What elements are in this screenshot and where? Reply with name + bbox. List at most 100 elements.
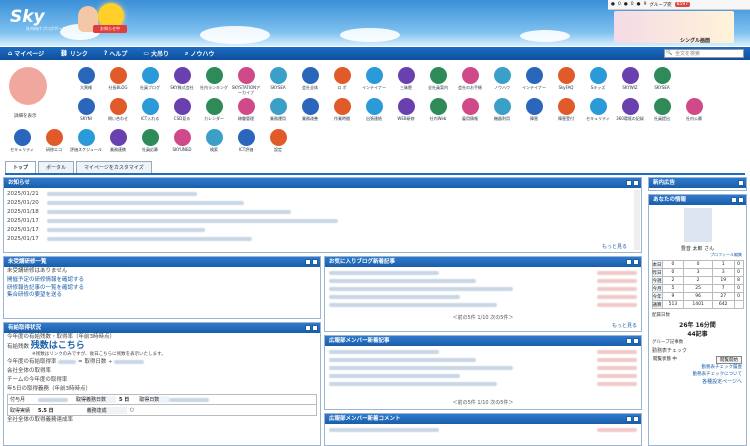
news-row[interactable]: 2025/01/18 — [4, 208, 641, 217]
util-count-c[interactable]: 9 — [644, 2, 647, 7]
user-icon[interactable]: ● — [611, 2, 615, 7]
list-item[interactable] — [329, 364, 637, 372]
pr-member-pager[interactable]: ＜前の5件 1/10 次の5件＞ — [325, 399, 641, 406]
app-row1-16[interactable]: Sキッズ — [582, 67, 614, 90]
logo[interactable]: Sky — [10, 7, 45, 27]
app-row2-14[interactable]: 障害 — [518, 98, 550, 121]
app-row1-13[interactable]: ノウハウ — [486, 67, 518, 90]
app-row1-12[interactable]: 会社のお手帳 — [454, 67, 486, 90]
app-row3-7[interactable]: ICT評価 — [230, 129, 262, 152]
list-item[interactable] — [329, 380, 637, 388]
app-row2-1[interactable]: 問い合わせ — [102, 98, 134, 121]
bell-icon[interactable]: ● — [637, 2, 641, 7]
nav-board[interactable]: ▭ 大吊り — [143, 49, 169, 58]
app-row3-3[interactable]: 業務連携 — [102, 129, 134, 152]
list-item[interactable] — [329, 277, 637, 285]
settings-page-link[interactable]: 各種設定ページへ — [649, 378, 746, 387]
util-count-b[interactable]: 0 — [631, 2, 634, 7]
app-row1-15[interactable]: SkyFAQ — [550, 67, 582, 90]
app-row3-2[interactable]: 評価スケジュール — [70, 129, 102, 152]
list-item[interactable] — [329, 293, 637, 301]
training-link-reports[interactable]: 研修報告記事の一覧を確認する — [4, 285, 320, 292]
nav-help[interactable]: ? ヘルプ — [104, 49, 128, 58]
profile-label[interactable]: 詳細を表示 — [14, 113, 37, 119]
list-item[interactable] — [329, 348, 637, 356]
remaining-link[interactable]: 残数はこちら — [31, 341, 85, 351]
single-view-link[interactable]: シングル画面 — [680, 37, 710, 44]
app-row2-5[interactable]: 稼働管理 — [230, 98, 262, 121]
app-row1-7[interactable]: 会社全体 — [294, 67, 326, 90]
app-row1-3[interactable]: SKY株式会社 — [166, 67, 198, 90]
news-row[interactable]: 2025/01/17 — [4, 235, 641, 244]
training-link-request[interactable]: 集合研修の要望を送る — [4, 292, 320, 299]
app-row3-6[interactable]: 検索 — [198, 129, 230, 152]
app-row1-10[interactable]: 三昧肥 — [390, 67, 422, 90]
app-row2-13[interactable]: 機器利用 — [486, 98, 518, 121]
group-link[interactable]: グループ宛 — [649, 2, 671, 8]
app-row1-9[interactable]: インテイナー — [358, 67, 390, 90]
training-link-upcoming[interactable]: 開催予定の研修情報を確認する — [4, 276, 320, 285]
scrollbar[interactable] — [634, 190, 640, 250]
app-row2-3[interactable]: CSD見る — [166, 98, 198, 121]
app-row2-9[interactable]: 出張連結 — [358, 98, 390, 121]
commute-history-link[interactable]: 勤務表チェック履歴 — [649, 364, 746, 371]
app-row1-14[interactable]: インテイナー — [518, 67, 550, 90]
app-row1-5[interactable]: SKYSTATIONアーカイブ — [230, 67, 262, 95]
list-item[interactable] — [329, 285, 637, 293]
nav-links[interactable]: ⛓ リンク — [60, 49, 88, 58]
nav-mypage[interactable]: ⌂ マイページ — [8, 49, 44, 58]
list-item[interactable] — [329, 356, 637, 364]
list-item[interactable] — [329, 301, 637, 309]
app-row2-7[interactable]: 業務改善 — [294, 98, 326, 121]
app-row2-0[interactable]: SKYNI — [70, 98, 102, 121]
app-row2-19[interactable]: 社内公募 — [678, 98, 710, 121]
commute-about-link[interactable]: 勤務表チェックについて — [649, 371, 746, 378]
app-row3-4[interactable]: 社員応募 — [134, 129, 166, 152]
app-row2-17[interactable]: 360環境の記録 — [614, 98, 646, 121]
mail-icon[interactable]: ● — [624, 2, 628, 7]
list-item[interactable] — [329, 426, 637, 434]
app-row2-8[interactable]: 作業時間 — [326, 98, 358, 121]
tab-top[interactable]: トップ — [5, 161, 37, 173]
app-row2-4[interactable]: カレンダー — [198, 98, 230, 121]
app-row2-11[interactable]: 社内Web — [422, 98, 454, 121]
app-row1-0[interactable]: 大黒様 — [70, 67, 102, 90]
news-row[interactable]: 2025/01/20 — [4, 199, 641, 208]
nav-knowhow[interactable]: ⌕ ノウハウ — [185, 49, 214, 59]
tab-portal[interactable]: ポータル — [38, 161, 75, 173]
blogfav-pager[interactable]: ＜前の5件 1/10 次の5件＞ — [325, 314, 641, 321]
app-row3-1[interactable]: 研修エコ — [38, 129, 70, 152]
start-view-button[interactable]: 閲覧開始 — [716, 356, 742, 364]
app-row1-1[interactable]: 社長BLOG — [102, 67, 134, 90]
app-row2-15[interactable]: 障害受付 — [550, 98, 582, 121]
app-row3-0[interactable]: セキュリティ — [6, 129, 38, 152]
app-row2-12[interactable]: 雇用情報 — [454, 98, 486, 121]
util-count-a[interactable]: 0 — [618, 2, 621, 7]
app-row1-11[interactable]: 全社員案内 — [422, 67, 454, 90]
search-input[interactable]: 全文を検索 — [664, 49, 744, 58]
app-row1-2[interactable]: 社員ブログ — [134, 67, 166, 90]
app-row1-17[interactable]: SKYWIZ — [614, 67, 646, 90]
close-icon[interactable] — [633, 180, 639, 186]
app-row2-18[interactable]: 社員提出 — [646, 98, 678, 121]
app-row1-18[interactable]: SKYSEA — [646, 67, 678, 90]
profile-avatar[interactable] — [9, 67, 47, 105]
app-row3-8[interactable]: 設定 — [262, 129, 294, 152]
app-row2-2[interactable]: ICT入れる — [134, 98, 166, 121]
app-row2-6[interactable]: 業務運用 — [262, 98, 294, 121]
news-row[interactable]: 2025/01/17 — [4, 217, 641, 226]
tab-customize[interactable]: マイページをカスタマイズ — [76, 161, 152, 173]
news-more-link[interactable]: もっと見る — [602, 243, 627, 250]
app-row1-8[interactable]: ロ ボ — [326, 67, 358, 90]
app-row2-10[interactable]: WEB研修 — [390, 98, 422, 121]
list-item[interactable] — [329, 269, 637, 277]
news-row[interactable]: 2025/01/17 — [4, 226, 641, 235]
app-row1-6[interactable]: SKYSEA — [262, 67, 294, 90]
list-item[interactable] — [329, 372, 637, 380]
app-row3-5[interactable]: SKYUNED — [166, 129, 198, 152]
blogfav-more[interactable]: もっと見る — [612, 322, 637, 329]
collapse-icon[interactable] — [626, 180, 632, 186]
news-row[interactable]: 2025/01/21 — [4, 190, 641, 199]
profile-edit-link[interactable]: プロフィール編集 — [649, 252, 746, 258]
app-row2-16[interactable]: セキュリティ — [582, 98, 614, 121]
